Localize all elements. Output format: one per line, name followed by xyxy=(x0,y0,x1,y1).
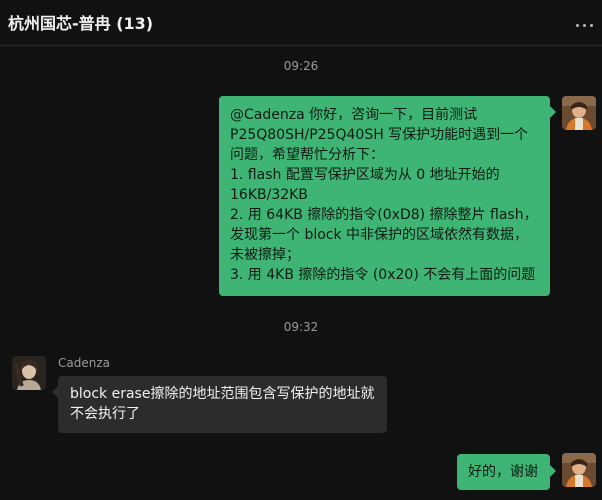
bubble-tail xyxy=(550,106,556,118)
message-line: P25Q80SH/P25Q40SH 写保护功能时遇到一个 xyxy=(230,127,529,143)
contact-avatar[interactable] xyxy=(12,356,46,390)
message-line: block erase擦除的地址范围包含写保护的地址就 xyxy=(70,386,375,402)
message-line: 不会执行了 xyxy=(70,406,140,422)
own-avatar[interactable] xyxy=(562,453,596,487)
message-line: 好的，谢谢 xyxy=(468,464,538,480)
message-timestamp: 09:26 xyxy=(283,59,319,73)
sender-name: Cadenza xyxy=(58,356,110,370)
incoming-message-bubble[interactable]: block erase擦除的地址范围包含写保护的地址就 不会执行了 xyxy=(58,376,387,433)
message-line: 发现第一个 block 中非保护的区域依然有数据， xyxy=(230,227,529,243)
outgoing-message-bubble[interactable]: @Cadenza 你好，咨询一下，目前测试 P25Q80SH/P25Q40SH … xyxy=(219,96,550,296)
message-line: @Cadenza 你好，咨询一下，目前测试 xyxy=(230,107,478,123)
more-dots-icon[interactable] xyxy=(574,14,596,32)
own-avatar[interactable] xyxy=(562,96,596,130)
message-line: 2. 用 64KB 擦除的指令(0xD8) 擦除整片 flash， xyxy=(230,207,538,223)
chat-header: 杭州国芯-普冉 (13) xyxy=(0,0,602,46)
message-line: 3. 用 4KB 擦除的指令 (0x20) 不会有上面的问题 xyxy=(230,267,536,283)
message-line: 16KB/32KB xyxy=(230,187,308,203)
message-line: 问题，希望帮忙分析下： xyxy=(230,147,384,163)
message-line: 1. flash 配置写保护区域为从 0 地址开始的 xyxy=(230,167,500,183)
outgoing-message-bubble[interactable]: 好的，谢谢 xyxy=(457,454,550,490)
message-timestamp: 09:32 xyxy=(283,320,319,334)
message-line: 未被擦掉； xyxy=(230,247,300,263)
bubble-tail xyxy=(550,465,556,477)
chat-title: 杭州国芯-普冉 (13) xyxy=(8,14,154,33)
